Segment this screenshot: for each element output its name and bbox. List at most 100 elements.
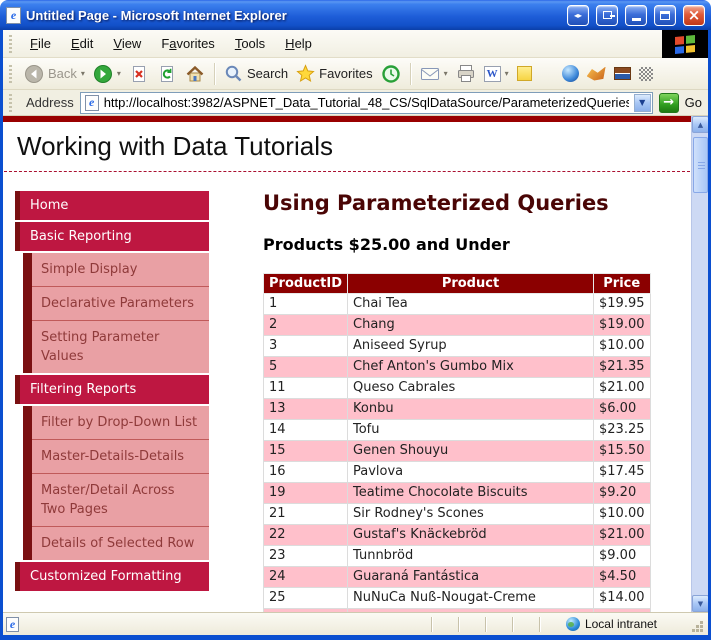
table-header-row: ProductIDProductPrice [264, 274, 651, 294]
price-cell: $9.20 [594, 483, 651, 504]
sidebar-item-master-details-details[interactable]: Master-Details-Details [32, 440, 209, 474]
product-id-cell: 31 [264, 609, 348, 613]
window-frame: FileEditViewFavoritesToolsHelp Back ▾ ▾ [0, 30, 711, 640]
table-row: 14Tofu$23.25 [264, 420, 651, 441]
back-button[interactable]: Back ▾ [20, 62, 89, 86]
forward-button[interactable]: ▾ [89, 62, 125, 86]
menu-item-favorites[interactable]: Favorites [151, 32, 224, 55]
menu-item-tools[interactable]: Tools [225, 32, 275, 55]
table-row: 31Gorgonzola Telino$12.50 [264, 609, 651, 613]
product-name-cell: Tofu [348, 420, 594, 441]
sidebar-item-setting-parameter-values[interactable]: Setting Parameter Values [32, 321, 209, 373]
product-id-cell: 5 [264, 357, 348, 378]
search-button[interactable]: Search [220, 62, 292, 85]
minimize-icon [632, 18, 641, 21]
price-cell: $12.50 [594, 609, 651, 613]
home-button[interactable] [181, 62, 209, 86]
price-cell: $21.35 [594, 357, 651, 378]
mail-button[interactable]: ▾ [416, 64, 452, 84]
product-id-cell: 14 [264, 420, 348, 441]
refresh-button[interactable] [153, 62, 181, 86]
sidebar-item-details-of-selected-row[interactable]: Details of Selected Row [32, 527, 209, 560]
price-cell: $15.50 [594, 441, 651, 462]
product-name-cell: Sir Rodney's Scones [348, 504, 594, 525]
address-grip[interactable] [9, 94, 12, 112]
sidebar-item-filtering-reports[interactable]: Filtering Reports [15, 375, 209, 404]
table-row: 2Chang$19.00 [264, 315, 651, 336]
home-icon [185, 64, 205, 84]
address-dropdown-button[interactable]: ▼ [634, 94, 651, 112]
print-button[interactable] [452, 62, 480, 85]
product-name-cell: Chai Tea [348, 294, 594, 315]
product-name-cell: Gustaf's Knäckebröd [348, 525, 594, 546]
product-id-cell: 1 [264, 294, 348, 315]
price-cell: $4.50 [594, 567, 651, 588]
window-title: Untitled Page - Microsoft Internet Explo… [26, 8, 560, 23]
price-cell: $21.00 [594, 525, 651, 546]
scroll-down-button[interactable]: ▼ [692, 595, 708, 612]
product-name-cell: Queso Cabrales [348, 378, 594, 399]
scrollbar-thumb[interactable] [693, 137, 708, 193]
sidebar-item-simple-display[interactable]: Simple Display [32, 253, 209, 287]
resize-grip[interactable] [700, 629, 703, 632]
messenger-button[interactable] [513, 64, 536, 83]
url-text[interactable]: http://localhost:3982/ASPNET_Data_Tutori… [104, 95, 629, 110]
section-subtitle: Products $25.00 and Under [263, 235, 691, 254]
history-button[interactable] [377, 62, 405, 86]
favorites-button[interactable]: Favorites [292, 62, 376, 85]
quick-tabs-button[interactable]: ◂▸ [567, 5, 589, 26]
pop-out-window-button[interactable] [596, 5, 618, 26]
edit-dropdown-icon: ▾ [505, 69, 509, 78]
sidebar-item-basic-reporting[interactable]: Basic Reporting [15, 222, 209, 251]
favorites-label: Favorites [319, 66, 372, 81]
price-cell: $19.95 [594, 294, 651, 315]
title-bar: e Untitled Page - Microsoft Internet Exp… [0, 0, 711, 30]
sidebar-item-home[interactable]: Home [15, 191, 209, 220]
price-cell: $23.25 [594, 420, 651, 441]
sidebar-item-declarative-parameters[interactable]: Declarative Parameters [32, 287, 209, 321]
addon-fox-button[interactable] [583, 65, 610, 83]
toolbar-grip-2[interactable] [9, 65, 12, 83]
vertical-scrollbar[interactable]: ▲ ▼ [691, 116, 708, 612]
price-cell: $10.00 [594, 336, 651, 357]
product-id-cell: 24 [264, 567, 348, 588]
sidebar-item-customized-formatting[interactable]: Customized Formatting [15, 562, 209, 591]
menu-item-view[interactable]: View [103, 32, 151, 55]
menu-item-file[interactable]: File [20, 32, 61, 55]
address-field[interactable]: e http://localhost:3982/ASPNET_Data_Tuto… [80, 92, 653, 114]
column-header-product: Product [348, 274, 594, 294]
toolbar-grip[interactable] [9, 35, 12, 53]
toolbar-separator-2 [410, 63, 411, 85]
product-id-cell: 16 [264, 462, 348, 483]
pixel-grid-icon [639, 67, 653, 81]
left-right-arrows-icon: ◂▸ [574, 11, 582, 20]
product-id-cell: 23 [264, 546, 348, 567]
page-title: Using Parameterized Queries [263, 191, 691, 215]
books-icon [614, 67, 631, 80]
table-row: 23Tunnbröd$9.00 [264, 546, 651, 567]
sidebar-item-master-detail-across-two-pages[interactable]: Master/Detail Across Two Pages [32, 474, 209, 527]
go-button[interactable]: → [659, 93, 679, 113]
addon-research-button[interactable] [610, 65, 635, 82]
browser-window: e Untitled Page - Microsoft Internet Exp… [0, 0, 711, 640]
product-id-cell: 13 [264, 399, 348, 420]
menu-item-help[interactable]: Help [275, 32, 322, 55]
status-separator [539, 617, 540, 632]
column-header-productid: ProductID [264, 274, 348, 294]
addon-sphere-button[interactable] [558, 63, 583, 84]
addon-fragment-button[interactable] [635, 65, 657, 83]
stop-button[interactable] [125, 62, 153, 86]
status-page-icon: e [6, 617, 19, 632]
minimize-button[interactable] [625, 5, 647, 26]
status-bar: e Local intranet [3, 612, 708, 635]
scroll-up-button[interactable]: ▲ [692, 116, 708, 133]
close-button[interactable]: × [683, 5, 705, 26]
product-name-cell: Tunnbröd [348, 546, 594, 567]
history-icon [381, 64, 401, 84]
product-name-cell: Konbu [348, 399, 594, 420]
sidebar-item-filter-by-drop-down-list[interactable]: Filter by Drop-Down List [32, 406, 209, 440]
maximize-button[interactable] [654, 5, 676, 26]
edit-with-word-button[interactable]: W ▾ [480, 64, 513, 84]
table-row: 5Chef Anton's Gumbo Mix$21.35 [264, 357, 651, 378]
menu-item-edit[interactable]: Edit [61, 32, 103, 55]
